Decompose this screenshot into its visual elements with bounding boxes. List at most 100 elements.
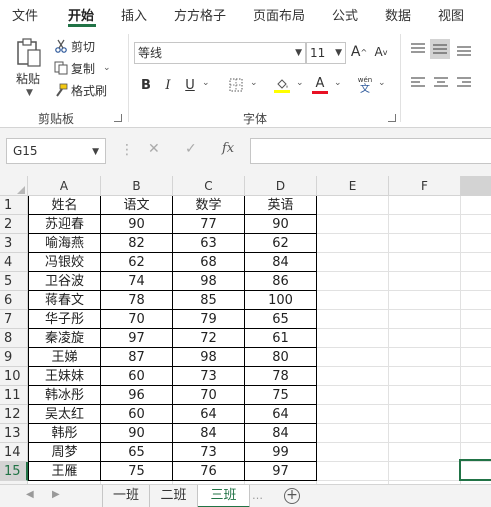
grid-cell[interactable] (317, 272, 389, 291)
grid-cell[interactable]: 84 (245, 424, 317, 443)
grid-cell[interactable]: 76 (173, 462, 245, 481)
grid-cell[interactable]: 70 (101, 310, 173, 329)
grid-cell[interactable] (389, 196, 461, 215)
grid-cell[interactable] (317, 310, 389, 329)
font-name-select[interactable]: 等线 ▼ (134, 42, 306, 64)
grid-cell[interactable]: 秦凌旋 (28, 329, 101, 348)
grid-cell[interactable]: 64 (245, 405, 317, 424)
row-header[interactable]: 7 (0, 310, 28, 329)
grid-cell[interactable] (389, 443, 461, 462)
font-launcher-icon[interactable] (388, 114, 396, 122)
grid-cell[interactable]: 60 (101, 367, 173, 386)
prev-sheet-icon[interactable]: ◀ (26, 489, 34, 500)
name-box[interactable]: G15 ▼ (6, 138, 106, 164)
grid-cell[interactable]: 99 (245, 443, 317, 462)
row-header[interactable]: 6 (0, 291, 28, 310)
grid-cell[interactable]: 70 (173, 386, 245, 405)
grid-cell[interactable]: 韩冰彤 (28, 386, 101, 405)
grid-cell[interactable]: 62 (101, 253, 173, 272)
grid-cell[interactable]: 98 (173, 348, 245, 367)
grid-cell[interactable] (317, 443, 389, 462)
grid-cell[interactable] (317, 405, 389, 424)
grid-cell[interactable]: 85 (173, 291, 245, 310)
grid-cell[interactable]: 卫谷波 (28, 272, 101, 291)
column-header-e[interactable]: E (317, 176, 389, 196)
grid-cell[interactable] (461, 424, 491, 443)
select-all-corner[interactable] (0, 176, 28, 196)
grid-cell[interactable] (317, 291, 389, 310)
cancel-icon[interactable]: ✕ (148, 141, 160, 157)
grid-cell[interactable]: 蒋春文 (28, 291, 101, 310)
grid-cell[interactable] (389, 291, 461, 310)
column-header-f[interactable]: F (389, 176, 461, 196)
grid-cell[interactable]: 数学 (173, 196, 245, 215)
sheet-tab-1[interactable]: 一班 (102, 485, 150, 507)
grid-cell[interactable]: 78 (245, 367, 317, 386)
grid-cell[interactable] (389, 310, 461, 329)
grid-cell[interactable]: 79 (173, 310, 245, 329)
sheet-tab-2[interactable]: 二班 (150, 485, 198, 507)
grid-cell[interactable]: 96 (101, 386, 173, 405)
grid-cell[interactable] (461, 310, 491, 329)
grid-cell[interactable]: 韩彤 (28, 424, 101, 443)
bold-button[interactable]: B (138, 75, 154, 95)
tab-file[interactable]: 文件 (12, 5, 38, 24)
grid-cell[interactable]: 74 (101, 272, 173, 291)
grid-cell[interactable] (461, 253, 491, 272)
grid-cell[interactable]: 98 (173, 272, 245, 291)
paste-button[interactable]: 粘贴 ▼ (10, 36, 48, 106)
grid-cell[interactable] (317, 253, 389, 272)
grid-cell[interactable] (461, 405, 491, 424)
row-header[interactable]: 1 (0, 196, 28, 215)
grid-cell[interactable]: 王娣 (28, 348, 101, 367)
fill-color-button[interactable] (272, 75, 292, 95)
grid-cell[interactable]: 86 (245, 272, 317, 291)
font-size-select[interactable]: 11 ▼ (306, 42, 346, 64)
grid-cell[interactable]: 62 (245, 234, 317, 253)
grid-cell[interactable] (317, 424, 389, 443)
underline-button[interactable]: U (182, 75, 198, 95)
tab-formulas[interactable]: 公式 (332, 5, 358, 24)
grid-cell[interactable] (389, 348, 461, 367)
grid-cell[interactable] (461, 196, 491, 215)
grid-cell[interactable]: 97 (245, 462, 317, 481)
grid-cell[interactable] (317, 348, 389, 367)
grid-cell[interactable] (389, 405, 461, 424)
grid-cell[interactable]: 王雁 (28, 462, 101, 481)
align-bottom-icon[interactable] (456, 42, 472, 56)
grid-cell[interactable]: 75 (245, 386, 317, 405)
grid-cell[interactable]: 苏迎春 (28, 215, 101, 234)
grid-cell[interactable] (461, 291, 491, 310)
grid-cell[interactable]: 84 (173, 424, 245, 443)
grid-cell[interactable] (317, 386, 389, 405)
grid-cell[interactable]: 63 (173, 234, 245, 253)
grid-cell[interactable]: 周梦 (28, 443, 101, 462)
grid-cell[interactable]: 90 (245, 215, 317, 234)
column-header-c[interactable]: C (173, 176, 245, 196)
row-header[interactable]: 14 (0, 443, 28, 462)
align-middle-button[interactable] (430, 39, 450, 59)
grid-cell[interactable]: 65 (245, 310, 317, 329)
grid-cell[interactable] (461, 234, 491, 253)
grid-cell[interactable]: 75 (101, 462, 173, 481)
grid-cell[interactable] (461, 272, 491, 291)
phonetic-guide-button[interactable]: wén 文 (354, 75, 376, 95)
grid-cell[interactable]: 90 (101, 215, 173, 234)
grid-cell[interactable]: 65 (101, 443, 173, 462)
grid-cell[interactable] (317, 367, 389, 386)
grid-cell[interactable] (389, 367, 461, 386)
grid-cell[interactable]: 100 (245, 291, 317, 310)
grid-cell[interactable]: 73 (173, 367, 245, 386)
grid-cell[interactable]: 90 (101, 424, 173, 443)
row-header[interactable]: 5 (0, 272, 28, 291)
row-header[interactable]: 2 (0, 215, 28, 234)
grid-cell[interactable] (389, 386, 461, 405)
grid-cell[interactable]: 97 (101, 329, 173, 348)
row-header[interactable]: 13 (0, 424, 28, 443)
grid-cell[interactable]: 84 (245, 253, 317, 272)
grid-cell[interactable] (461, 329, 491, 348)
grid-cell[interactable] (317, 234, 389, 253)
enter-icon[interactable]: ✓ (185, 141, 197, 157)
grid-cell[interactable]: 78 (101, 291, 173, 310)
cut-button[interactable]: 剪切 (54, 36, 95, 56)
